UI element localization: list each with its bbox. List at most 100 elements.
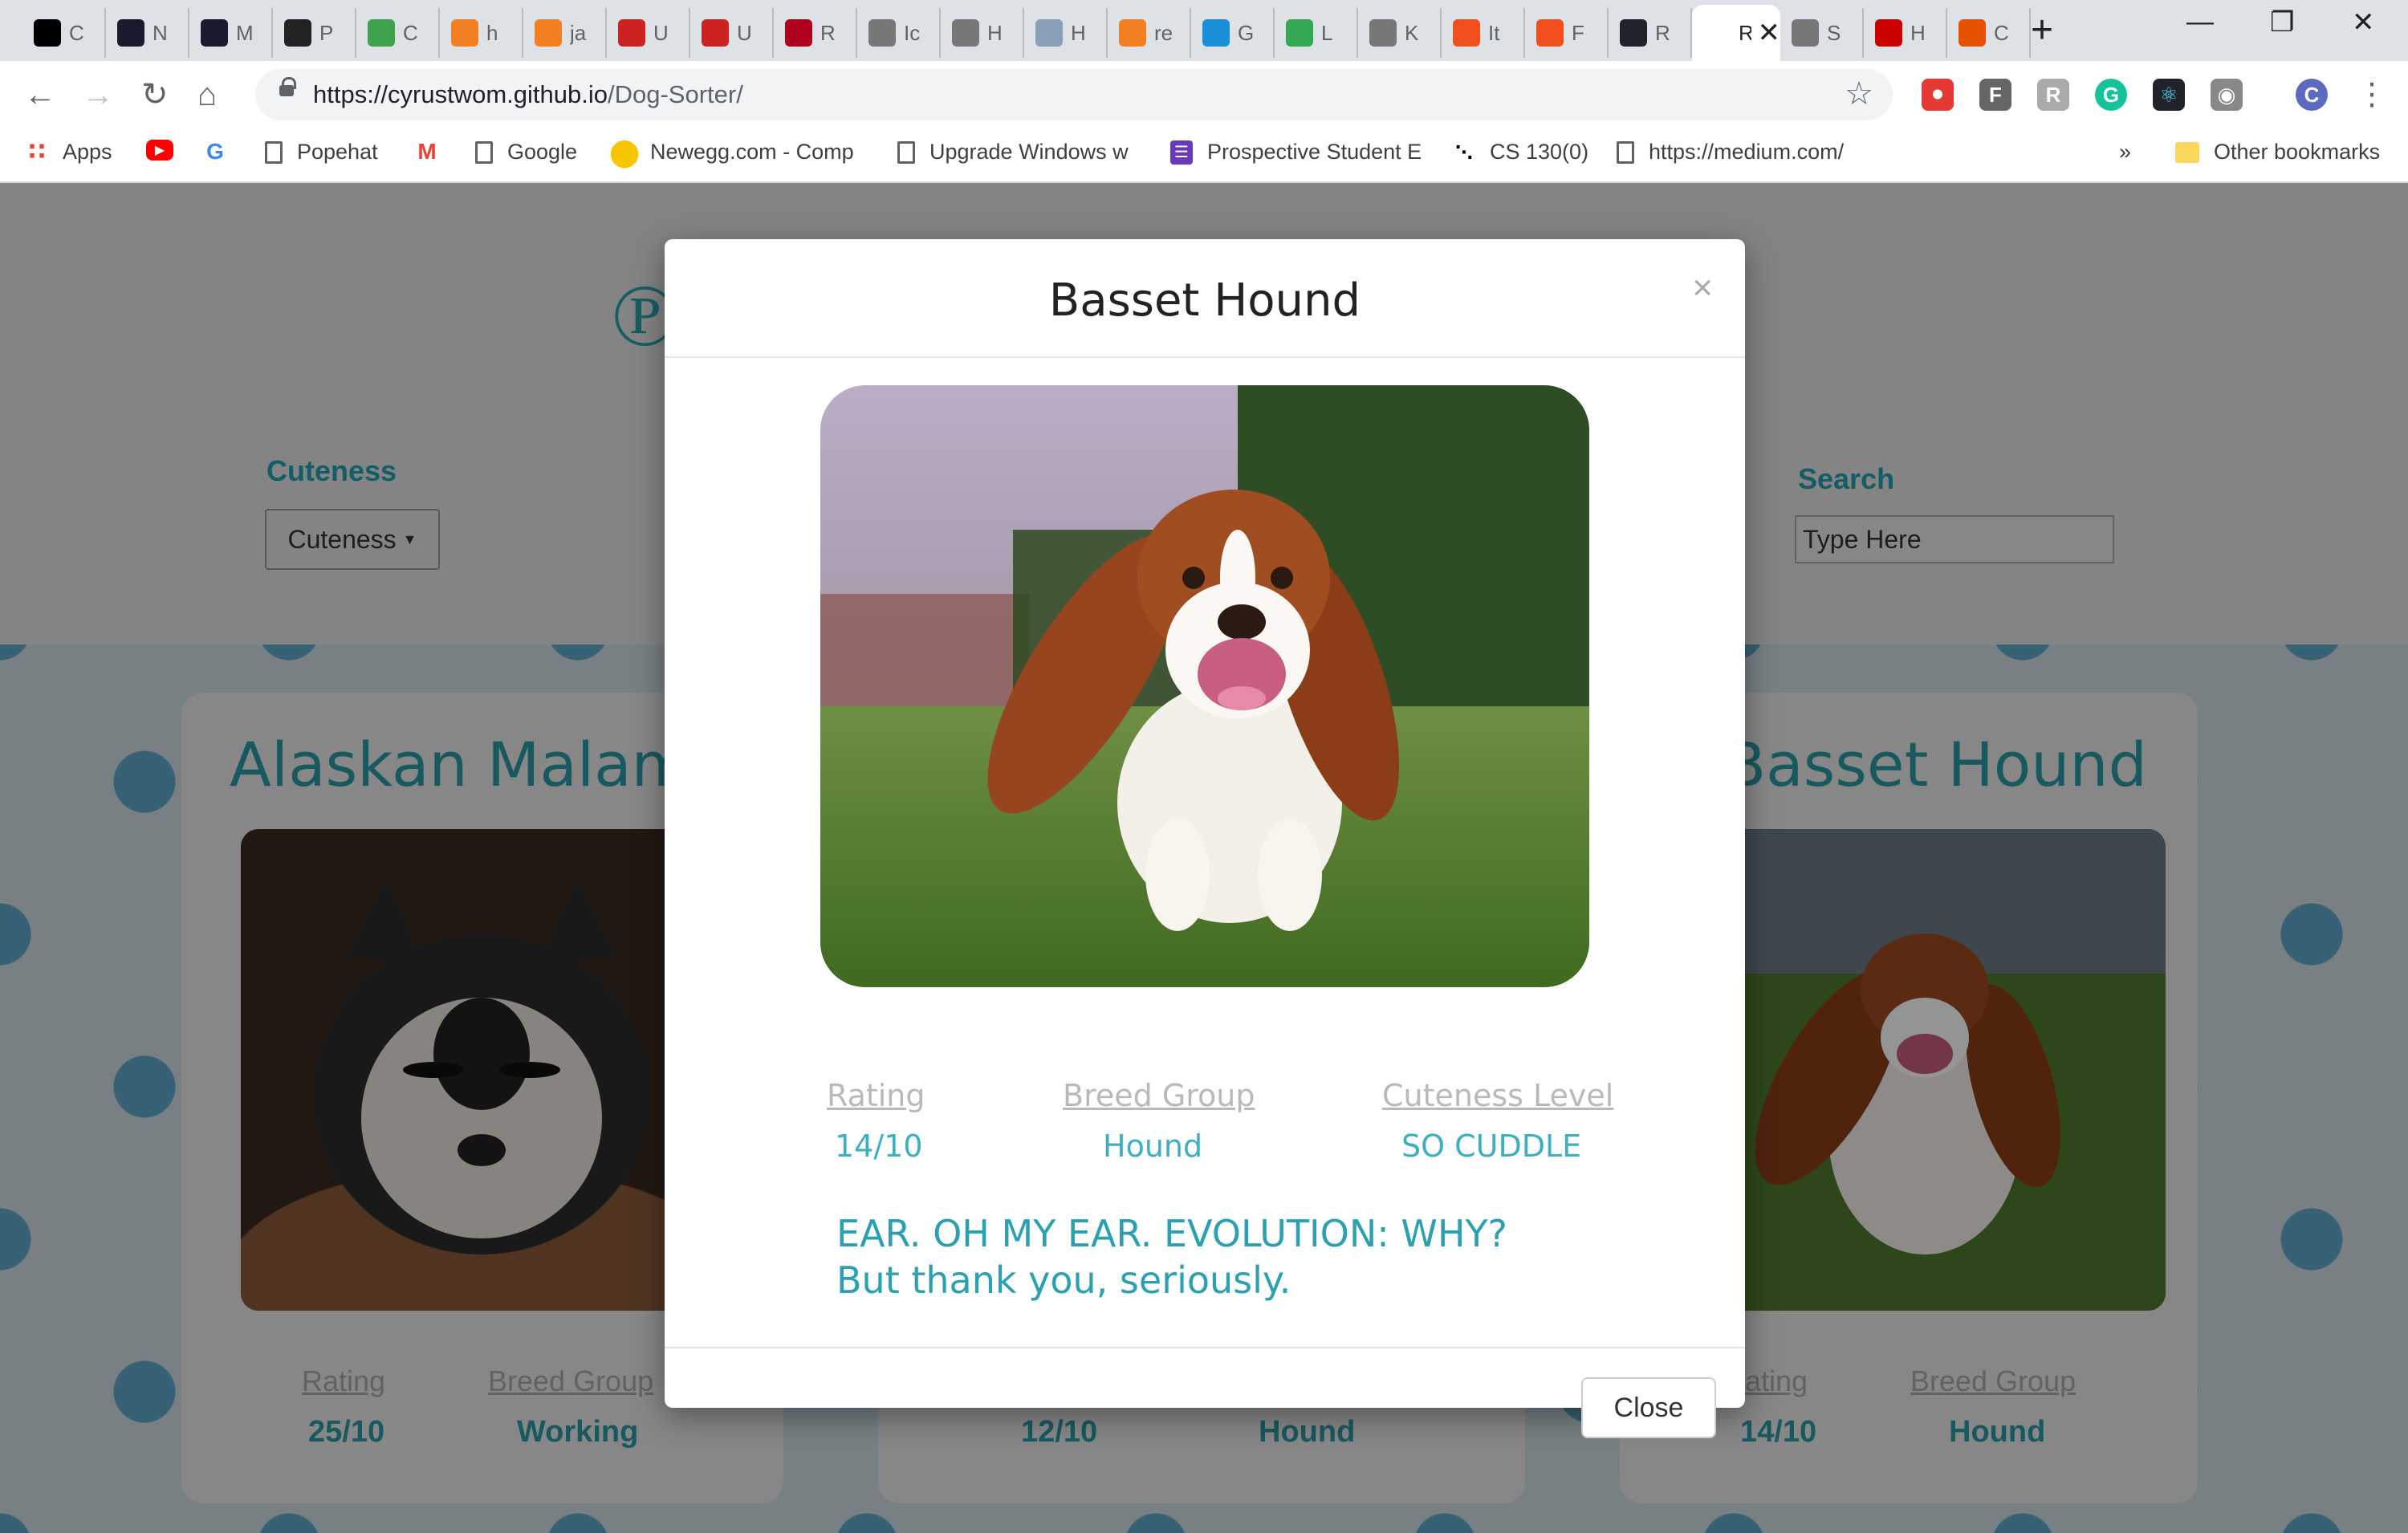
tab-title: H: [1910, 20, 1926, 45]
tab-favicon-icon: [1035, 19, 1063, 47]
close-icon[interactable]: ×: [1692, 268, 1713, 308]
bookmark-youtube[interactable]: ▶: [146, 140, 188, 161]
bookmark-label: Newegg.com - Comp: [650, 140, 854, 164]
bookmark-apps[interactable]: ∷ Apps: [26, 139, 112, 165]
tab-favicon-icon: [1620, 19, 1647, 47]
bookmark-medium[interactable]: https://medium.com/: [1617, 140, 1844, 165]
modal-rating-label: Rating: [827, 1078, 925, 1113]
browser-tab[interactable]: Ic: [857, 8, 941, 58]
close-window-icon[interactable]: ✕: [2352, 6, 2375, 39]
browser-tab[interactable]: U: [607, 8, 690, 58]
tab-title: Re: [1739, 20, 1751, 45]
profile-avatar[interactable]: C: [2296, 79, 2328, 111]
bookmark-label: Upgrade Windows w: [929, 140, 1129, 164]
modal-title: Basset Hound: [1048, 274, 1361, 327]
modal-cuteness-value: SO CUDDLE: [1401, 1128, 1582, 1164]
minimize-icon[interactable]: —: [2186, 6, 2214, 38]
tab-favicon-icon: [201, 19, 228, 47]
browser-tab[interactable]: C: [356, 8, 440, 58]
browser-tab[interactable]: C: [22, 8, 106, 58]
url-host: https://cyrustwom.github.io: [313, 80, 608, 108]
home-icon[interactable]: ⌂: [197, 75, 217, 114]
browser-tab[interactable]: h: [440, 8, 523, 58]
tab-close-icon[interactable]: ✕: [1758, 17, 1781, 49]
browser-tab[interactable]: M: [189, 8, 273, 58]
reload-icon[interactable]: ↻: [141, 75, 169, 114]
lock-icon: [279, 77, 296, 96]
browser-tab[interactable]: R: [774, 8, 857, 58]
bookmark-gmail[interactable]: M: [416, 139, 453, 164]
feedly-extension-icon[interactable]: F: [1979, 79, 2011, 111]
grammarly-extension-icon[interactable]: G: [2095, 79, 2127, 111]
screenshot-extension-icon[interactable]: ◉: [2211, 79, 2243, 111]
url-path: /Dog-Sorter/: [608, 80, 743, 108]
browser-tab[interactable]: U: [690, 8, 774, 58]
browser-tab[interactable]: P: [273, 8, 356, 58]
tab-title: Ic: [904, 20, 921, 45]
browser-tab[interactable]: F: [1525, 8, 1609, 58]
bookmark-prospective-student[interactable]: ☰ Prospective Student E: [1170, 140, 1422, 165]
rk-extension-icon[interactable]: R: [2037, 79, 2069, 111]
browser-tab[interactable]: re: [1108, 8, 1191, 58]
tab-favicon-icon: [1703, 19, 1731, 47]
bookmark-popehat[interactable]: Popehat: [265, 140, 378, 165]
tab-favicon-icon: [1875, 19, 1902, 47]
modal-dog-image: [820, 385, 1589, 987]
bookmark-cs130[interactable]: ⋱ CS 130(0): [1453, 140, 1588, 165]
dots-icon: ⋱: [1455, 141, 1473, 162]
tab-favicon-icon: [1202, 19, 1230, 47]
bookmarks-overflow-chevron[interactable]: »: [2119, 140, 2131, 165]
browser-tab[interactable]: H: [1864, 8, 1947, 58]
tab-title: R: [1655, 20, 1670, 45]
tab-title: C: [1994, 20, 2009, 45]
tab-favicon-icon: [1453, 19, 1480, 47]
bookmark-star-icon[interactable]: ☆: [1845, 75, 1873, 112]
bookmark-label: Google: [507, 140, 578, 164]
tab-title: C: [69, 20, 84, 45]
tab-favicon-icon: [785, 19, 812, 47]
browser-tab[interactable]: C: [1947, 8, 2031, 58]
menu-kebab-icon[interactable]: ⋮: [2357, 75, 2387, 114]
browser-tab[interactable]: K: [1358, 8, 1442, 58]
overflow-label: »: [2119, 140, 2132, 164]
browser-tab[interactable]: It: [1442, 8, 1525, 58]
bookmark-google[interactable]: Google: [475, 140, 577, 165]
browser-tab[interactable]: H: [941, 8, 1024, 58]
browser-tab[interactable]: N: [106, 8, 189, 58]
bookmark-label: Other bookmarks: [2214, 140, 2381, 164]
restore-icon[interactable]: ❐: [2270, 6, 2294, 39]
bookmark-newegg[interactable]: ⬤ Newegg.com - Comp: [609, 137, 854, 168]
tab-title: H: [1071, 20, 1086, 45]
page-icon: [1617, 140, 1634, 164]
new-tab-button[interactable]: +: [2031, 11, 2053, 50]
bookmark-other[interactable]: Other bookmarks: [2175, 140, 2380, 165]
modal-breed-group-label: Breed Group: [1063, 1078, 1255, 1113]
tab-favicon-icon: [451, 19, 478, 47]
close-button[interactable]: Close: [1581, 1377, 1716, 1438]
browser-tab[interactable]: G: [1191, 8, 1275, 58]
url-text[interactable]: https://cyrustwom.github.io/Dog-Sorter/: [313, 80, 743, 109]
tab-title: S: [1827, 20, 1841, 45]
adblock-extension-icon[interactable]: ⚫: [1922, 79, 1954, 111]
browser-tab[interactable]: H: [1024, 8, 1108, 58]
basset-hound-puppy-image: [820, 385, 1589, 987]
react-devtools-icon[interactable]: ⚛: [2153, 79, 2185, 111]
browser-tab[interactable]: R: [1609, 8, 1692, 58]
tab-favicon-icon: [535, 19, 562, 47]
browser-tab[interactable]: Re ✕: [1692, 5, 1780, 61]
gmail-icon: M: [417, 139, 437, 164]
bookmark-upgrade-windows[interactable]: Upgrade Windows w: [897, 140, 1129, 165]
tab-title: F: [1572, 20, 1584, 45]
back-icon[interactable]: ←: [24, 75, 56, 114]
modal-rating-value: 14/10: [835, 1128, 923, 1164]
tab-title: H: [987, 20, 1003, 45]
address-bar[interactable]: https://cyrustwom.github.io/Dog-Sorter/ …: [255, 69, 1893, 120]
browser-tab[interactable]: L: [1275, 8, 1358, 58]
tab-title: U: [653, 20, 669, 45]
tab-title: U: [737, 20, 752, 45]
bookmark-google-g[interactable]: G: [204, 139, 241, 164]
forward-icon[interactable]: →: [82, 75, 114, 114]
browser-tab[interactable]: ja: [523, 8, 607, 58]
browser-tab[interactable]: S: [1780, 8, 1864, 58]
bookmark-label: CS 130(0): [1490, 140, 1589, 164]
